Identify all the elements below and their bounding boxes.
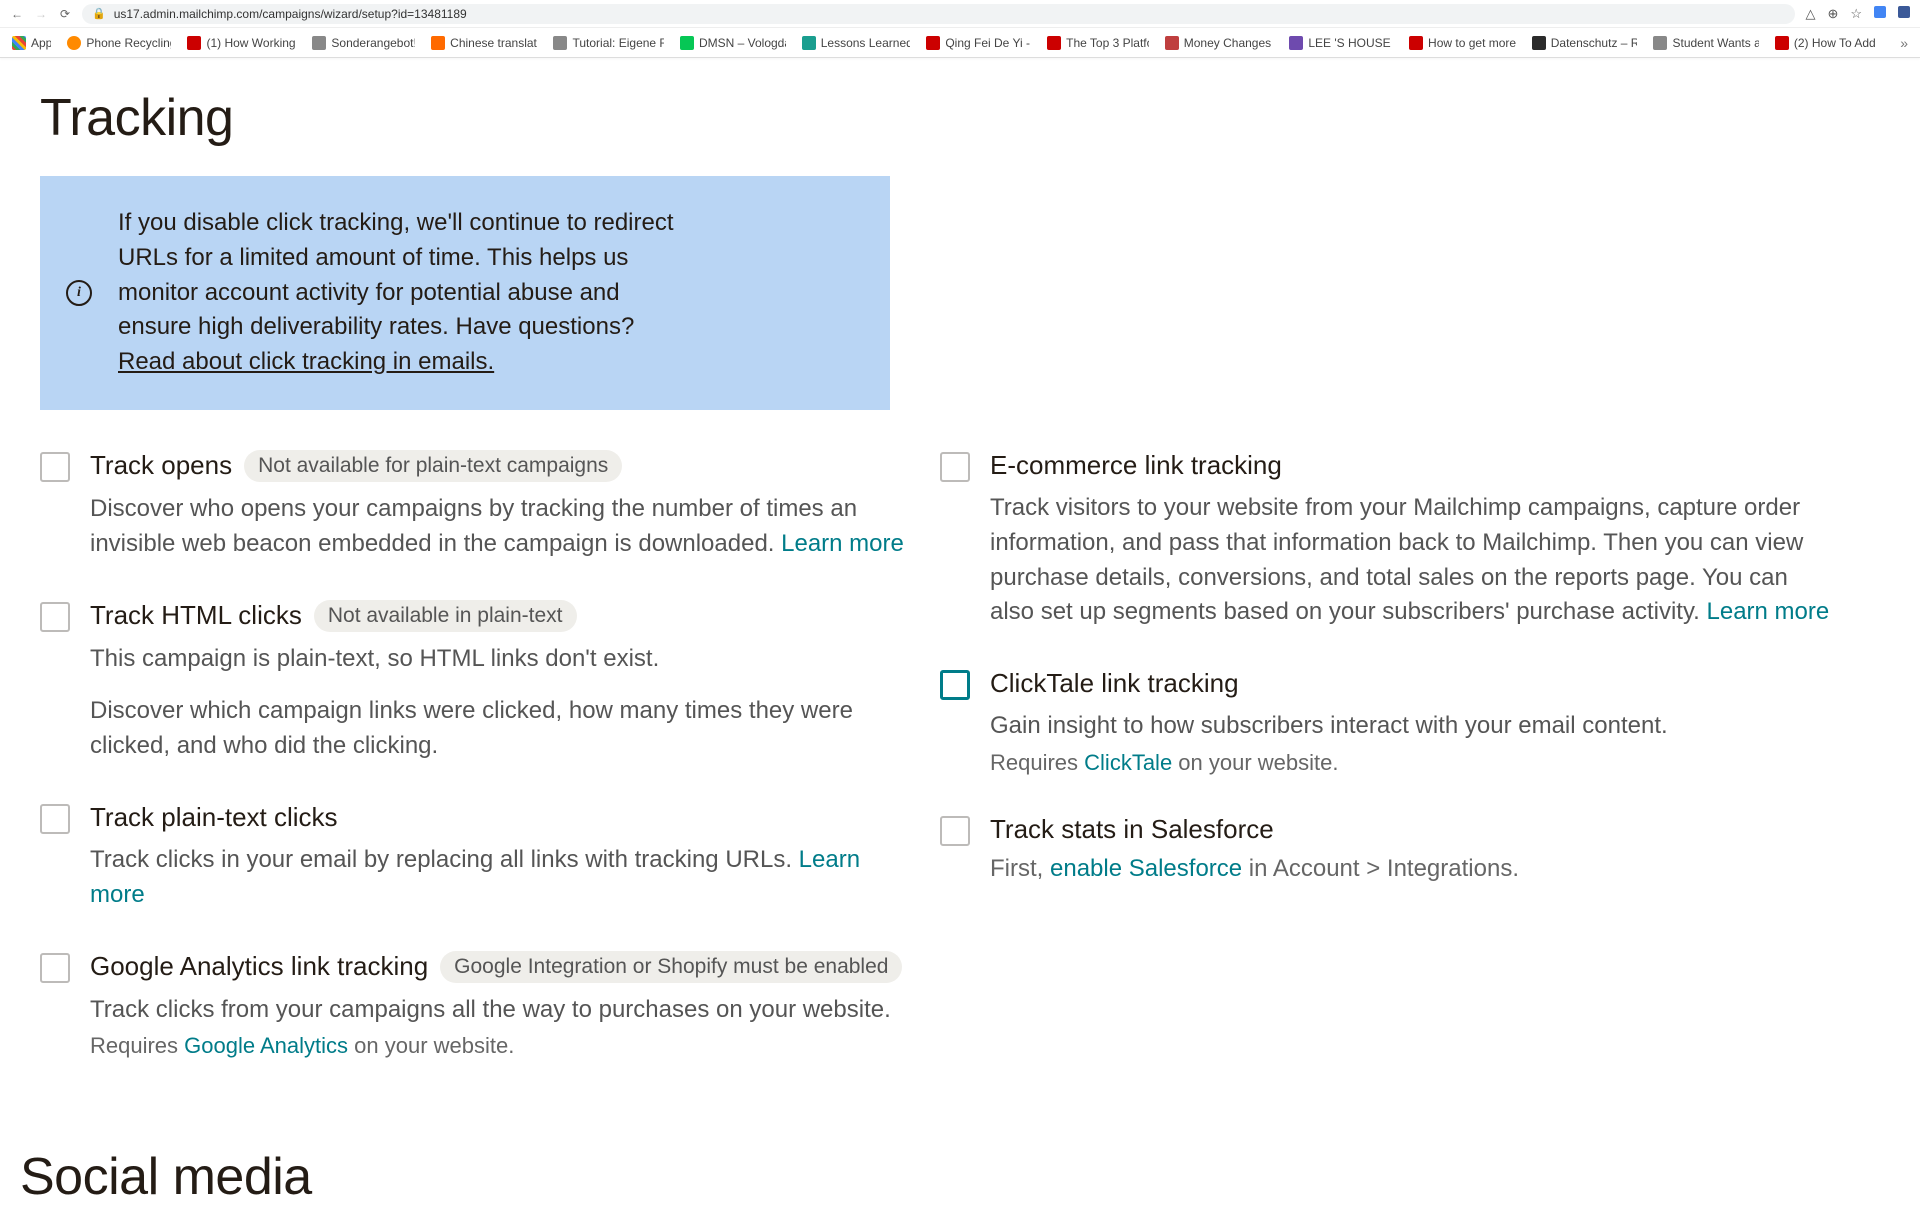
browser-toolbar: ← → ⟳ 🔒 us17.admin.mailchimp.com/campaig… bbox=[0, 0, 1920, 28]
option-track-html-clicks: Track HTML clicks Not available in plain… bbox=[40, 600, 910, 764]
option-title: Track stats in Salesforce bbox=[990, 814, 1274, 845]
option-subtext: Requires Google Analytics on your websit… bbox=[90, 1033, 910, 1059]
browser-actions: △ ⊕ ☆ bbox=[1805, 6, 1910, 22]
option-desc: Track clicks in your email by replacing … bbox=[90, 843, 910, 913]
bookmark-item[interactable]: Sonderangebot! |... bbox=[312, 36, 415, 50]
clicktale-link[interactable]: ClickTale bbox=[1084, 750, 1172, 775]
option-desc: Discover who opens your campaigns by tra… bbox=[90, 492, 910, 562]
option-desc: Track clicks from your campaigns all the… bbox=[90, 993, 910, 1028]
bookmark-item[interactable]: Tutorial: Eigene Fa... bbox=[553, 36, 663, 50]
option-badge: Not available in plain-text bbox=[314, 600, 577, 632]
bookmarks-overflow[interactable]: » bbox=[1894, 35, 1908, 51]
option-ecommerce-tracking: E-commerce link tracking Track visitors … bbox=[940, 450, 1830, 630]
bookmark-item[interactable]: Chinese translatio... bbox=[431, 36, 537, 50]
bookmark-item[interactable]: The Top 3 Platfor... bbox=[1047, 36, 1149, 50]
extension-icon-2[interactable] bbox=[1898, 6, 1910, 18]
forward-button[interactable]: → bbox=[34, 7, 48, 21]
checkbox-salesforce[interactable] bbox=[940, 816, 970, 846]
learn-more-link[interactable]: Learn more bbox=[1707, 598, 1830, 625]
url-bar[interactable]: 🔒 us17.admin.mailchimp.com/campaigns/wiz… bbox=[82, 4, 1795, 24]
info-banner: i If you disable click tracking, we'll c… bbox=[40, 176, 890, 410]
option-title: Track opens bbox=[90, 450, 232, 481]
zoom-icon[interactable]: ⊕ bbox=[1827, 6, 1838, 22]
star-icon[interactable]: ☆ bbox=[1850, 6, 1862, 22]
bookmark-item[interactable]: How to get more v... bbox=[1409, 36, 1516, 50]
options-col-left: Track opens Not available for plain-text… bbox=[40, 450, 910, 1097]
option-subtext: First, enable Salesforce in Account > In… bbox=[990, 855, 1830, 883]
heading-social-media: Social media bbox=[20, 1147, 1850, 1207]
checkbox-track-html-clicks[interactable] bbox=[40, 602, 70, 632]
info-icon: i bbox=[66, 280, 92, 306]
option-subtext: Requires ClickTale on your website. bbox=[990, 750, 1830, 776]
option-desc: Discover which campaign links were click… bbox=[90, 694, 910, 764]
option-track-opens: Track opens Not available for plain-text… bbox=[40, 450, 910, 562]
bookmark-item[interactable]: (2) How To Add A... bbox=[1775, 36, 1878, 50]
checkbox-ecommerce-tracking[interactable] bbox=[940, 452, 970, 482]
bookmark-item[interactable]: Datenschutz – Re... bbox=[1532, 36, 1638, 50]
option-badge: Google Integration or Shopify must be en… bbox=[440, 951, 902, 983]
option-title: Track plain-text clicks bbox=[90, 802, 338, 833]
page-content: Tracking i If you disable click tracking… bbox=[0, 58, 1870, 1207]
options-col-right: E-commerce link tracking Track visitors … bbox=[940, 450, 1830, 921]
bookmark-item[interactable]: (1) How Working a... bbox=[187, 36, 296, 50]
url-text: us17.admin.mailchimp.com/campaigns/wizar… bbox=[114, 7, 467, 21]
option-title: Google Analytics link tracking bbox=[90, 951, 428, 982]
salesforce-link[interactable]: enable Salesforce bbox=[1050, 855, 1242, 882]
google-analytics-link[interactable]: Google Analytics bbox=[184, 1033, 348, 1058]
heading-tracking: Tracking bbox=[40, 88, 1850, 148]
option-track-plain-clicks: Track plain-text clicks Track clicks in … bbox=[40, 802, 910, 913]
learn-more-link[interactable]: Learn more bbox=[781, 530, 904, 557]
bookmark-apps[interactable]: Apps bbox=[12, 36, 51, 50]
option-desc: This campaign is plain-text, so HTML lin… bbox=[90, 642, 910, 677]
option-badge: Not available for plain-text campaigns bbox=[244, 450, 622, 482]
bookmarks-bar: Apps Phone Recycling ... (1) How Working… bbox=[0, 28, 1920, 58]
bookmark-item[interactable]: Lessons Learned f... bbox=[802, 36, 911, 50]
option-title: ClickTale link tracking bbox=[990, 668, 1239, 699]
checkbox-track-opens[interactable] bbox=[40, 452, 70, 482]
option-title: E-commerce link tracking bbox=[990, 450, 1282, 481]
checkbox-google-analytics[interactable] bbox=[40, 953, 70, 983]
bookmark-item[interactable]: Qing Fei De Yi - Y... bbox=[926, 36, 1031, 50]
bookmark-item[interactable]: Money Changes E... bbox=[1165, 36, 1274, 50]
option-clicktale: ClickTale link tracking Gain insight to … bbox=[940, 668, 1830, 776]
translate-icon[interactable]: △ bbox=[1805, 6, 1815, 22]
option-salesforce: Track stats in Salesforce First, enable … bbox=[940, 814, 1830, 883]
lock-icon: 🔒 bbox=[92, 7, 106, 20]
bookmark-item[interactable]: Student Wants an... bbox=[1653, 36, 1758, 50]
extension-icon[interactable] bbox=[1874, 6, 1886, 18]
bookmark-item[interactable]: LEE 'S HOUSE - ... bbox=[1289, 36, 1393, 50]
back-button[interactable]: ← bbox=[10, 7, 24, 21]
info-banner-link[interactable]: Read about click tracking in emails. bbox=[118, 348, 494, 375]
option-title: Track HTML clicks bbox=[90, 600, 302, 631]
bookmark-item[interactable]: Phone Recycling ... bbox=[67, 36, 171, 50]
reload-button[interactable]: ⟳ bbox=[58, 7, 72, 21]
option-google-analytics: Google Analytics link tracking Google In… bbox=[40, 951, 910, 1060]
option-desc: Track visitors to your website from your… bbox=[990, 491, 1830, 630]
checkbox-clicktale[interactable] bbox=[940, 670, 970, 700]
checkbox-track-plain-clicks[interactable] bbox=[40, 804, 70, 834]
option-desc: Gain insight to how subscribers interact… bbox=[990, 709, 1830, 744]
info-banner-message: If you disable click tracking, we'll con… bbox=[118, 209, 674, 340]
info-banner-text: If you disable click tracking, we'll con… bbox=[118, 206, 678, 380]
bookmark-item[interactable]: DMSN – Vologda,... bbox=[680, 36, 786, 50]
